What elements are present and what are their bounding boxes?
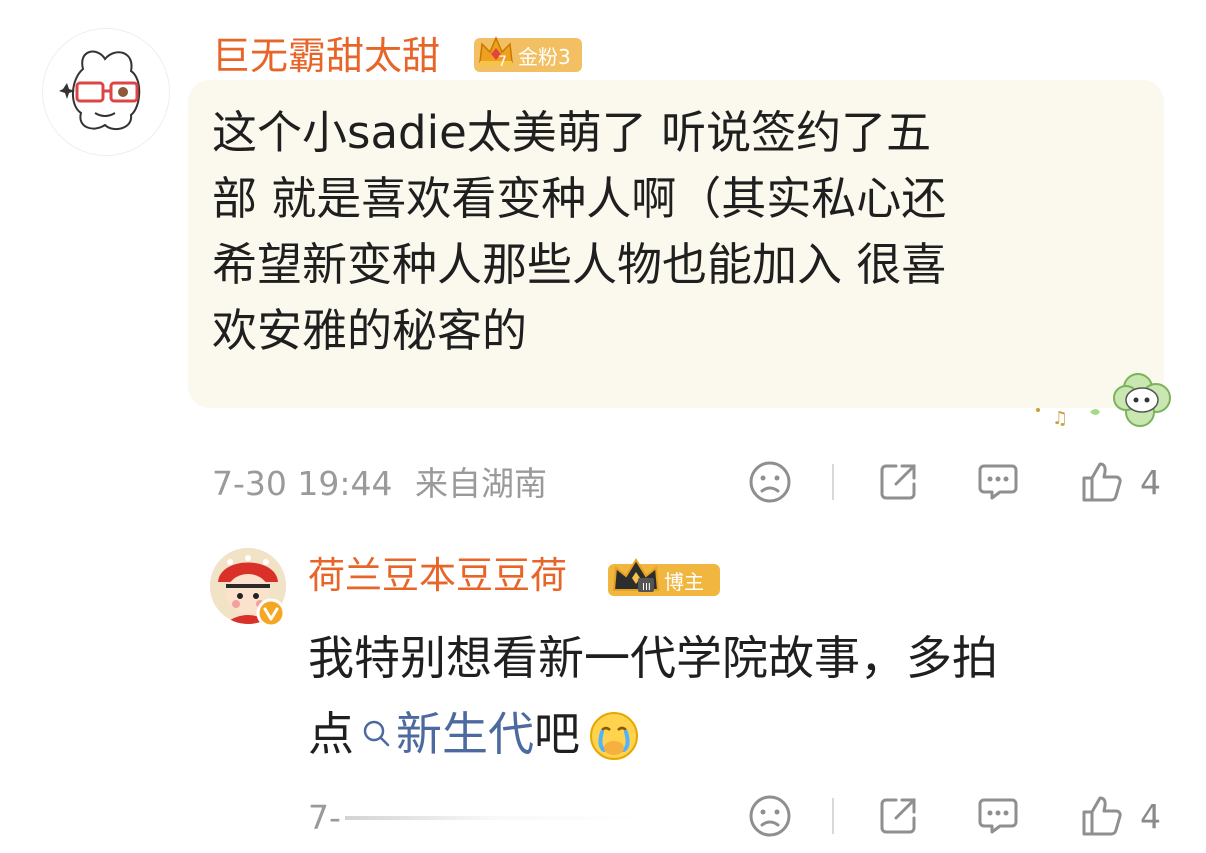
crying-emoji-icon [588,708,640,760]
reply-line: 点 新生代 吧 [308,696,1168,772]
username[interactable]: 巨无霸甜太甜 [212,34,440,78]
comment-text: 这个小sadie太美萌了 听说签约了五 部 就是喜欢看变种人啊（其实私心还 希望… [212,100,1142,364]
divider [832,464,834,500]
reply-comment: 荷兰豆本豆豆荷 III 博主 我特别想看新一代学院故事，多拍 点 新生代 吧 7… [0,540,1206,853]
comment-line: 部 就是喜欢看变种人啊（其实私心还 [212,172,947,225]
blogger-badge: III 博主 [608,558,720,596]
like-button[interactable]: 4 [1080,460,1161,504]
blurred-meta [344,816,645,820]
like-icon[interactable] [1080,460,1124,504]
comment: 巨无霸甜太甜 7 金粉3 这个小sadie太美萌了 听说签约了五 部 就是喜欢看… [0,0,1206,520]
blogger-badge-label: 博主 [664,569,704,594]
reply-prefix: 点 [308,707,354,761]
comment-icon[interactable] [976,460,1020,508]
svg-text:♫: ♫ [1052,408,1068,429]
like-count: 4 [1140,796,1161,836]
svg-text:III: III [642,582,651,593]
comment-date: 7-30 19:44 [212,464,393,503]
smiley-sad-icon[interactable] [748,460,792,508]
comment-line: 这个小sadie太美萌了 听说签约了五 [212,106,932,159]
comment-time: 7-30 19:44 来自湖南 [212,464,547,504]
comment-line: 希望新变种人那些人物也能加入 很喜 [212,238,947,291]
fan-badge-level: 7 [498,54,507,70]
reply-text: 我特别想看新一代学院故事，多拍 点 新生代 吧 [308,620,1168,772]
reply-line: 我特别想看新一代学院故事，多拍 [308,631,998,685]
fan-badge-label: 金粉3 [518,44,571,69]
crown-icon [476,32,516,77]
fan-badge: 7 金粉3 [474,36,582,72]
like-icon[interactable] [1080,794,1124,838]
divider [832,798,834,834]
topic-label[interactable]: 新生代 [396,696,534,772]
topic-link[interactable]: 新生代 [362,696,534,772]
comment-icon[interactable] [976,794,1020,842]
verified-icon [256,598,286,632]
avatar[interactable] [42,28,170,156]
comment-line: 欢安雅的秘客的 [212,304,528,357]
reply-date: 7- [308,798,341,837]
smiley-sad-icon[interactable] [748,794,792,842]
reply-time: 7- [308,798,645,838]
like-button[interactable]: 4 [1080,794,1161,838]
username[interactable]: 荷兰豆本豆豆荷 [308,554,567,598]
like-count: 4 [1140,462,1161,502]
crown-icon: III [610,556,662,603]
search-icon [363,720,390,747]
share-icon[interactable] [876,460,920,508]
reply-suffix: 吧 [534,707,580,761]
clover-sticker-icon: ♫ [1030,368,1180,438]
share-icon[interactable] [876,794,920,842]
comment-location: 来自湖南 [415,464,547,503]
